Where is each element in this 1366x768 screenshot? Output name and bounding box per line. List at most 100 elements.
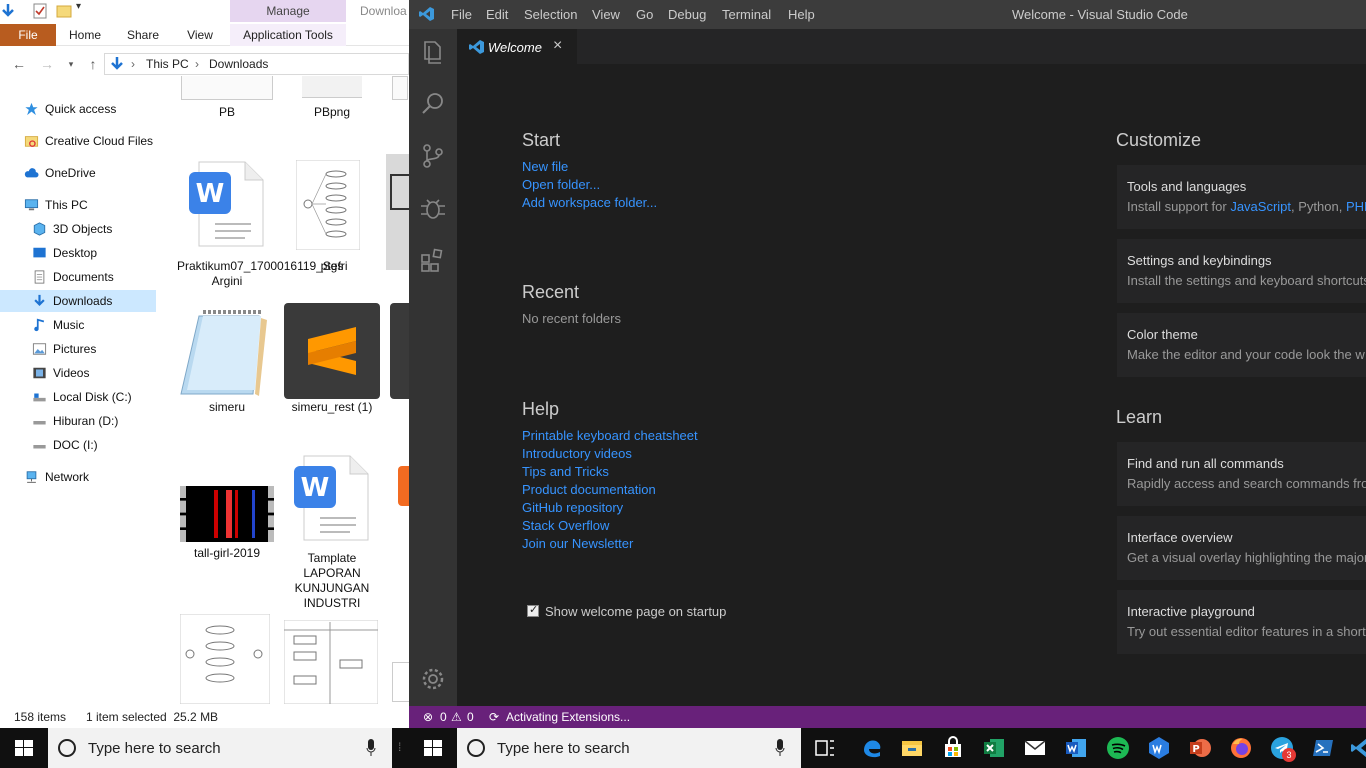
nav-item-3d-objects[interactable]: 3D Objects [0,218,156,240]
file-item[interactable] [390,303,409,399]
nav-item-this-pc[interactable]: This PC [0,194,156,216]
tools-and-languages-card[interactable]: Tools and languages Install support for … [1117,165,1366,229]
tab-home[interactable]: Home [62,24,108,46]
edge-icon[interactable] [860,736,884,760]
newsletter-link[interactable]: Join our Newsletter [522,536,633,551]
tab-share[interactable]: Share [120,24,166,46]
show-welcome-checkbox[interactable] [527,603,539,617]
windows-start-icon[interactable] [409,728,457,768]
taskbar-search-box[interactable]: Type here to search [457,728,801,768]
add-workspace-folder-link[interactable]: Add workspace folder... [522,195,657,210]
task-view-icon[interactable] [813,736,837,760]
microphone-icon[interactable] [366,739,376,757]
nav-item-documents[interactable]: Documents [0,266,156,288]
download-icon[interactable] [0,3,16,19]
manage-contextual-tab[interactable]: Manage [230,0,346,22]
tab-file[interactable]: File [0,24,56,46]
nav-item-creative-cloud[interactable]: Creative Cloud Files [0,130,156,152]
firefox-icon[interactable] [1229,736,1253,760]
activating-extensions-status[interactable]: Activating Extensions... [506,710,630,724]
tab-view[interactable]: View [178,24,222,46]
file-explorer-icon[interactable] [900,736,924,760]
settings-gear-icon[interactable] [419,665,447,693]
source-control-icon[interactable] [419,142,447,170]
file-item[interactable]: PBpng [282,76,382,122]
nav-item-downloads[interactable]: Downloads [0,290,156,312]
file-item-selected[interactable] [386,154,409,270]
interactive-playground-card[interactable]: Interactive playground Try out essential… [1117,590,1366,654]
interface-overview-card[interactable]: Interface overview Get a visual overlay … [1117,516,1366,580]
keyboard-cheatsheet-link[interactable]: Printable keyboard cheatsheet [522,428,698,443]
error-icon[interactable]: ⊗ [423,710,433,724]
tab-application-tools[interactable]: Application Tools [230,24,346,46]
taskbar-search-box[interactable]: Type here to search [48,728,392,768]
nav-item-desktop[interactable]: Desktop [0,242,156,264]
powerpoint-icon[interactable]: P [1188,736,1212,760]
up-arrow-icon[interactable]: ↑ [84,55,102,73]
javascript-link[interactable]: JavaScript [1230,199,1291,214]
breadcrumb-downloads[interactable]: Downloads [209,57,268,71]
word-icon[interactable] [1064,736,1088,760]
telegram-icon[interactable]: 3 [1270,736,1296,762]
debug-icon[interactable] [419,194,447,222]
spotify-icon[interactable] [1106,736,1130,760]
vscode-taskbar-icon[interactable] [1350,736,1366,760]
file-item[interactable]: W Tamplate LAPORAN KUNJUNGAN INDUSTRI [282,454,382,610]
tab-welcome[interactable]: Welcome × [457,29,577,64]
menu-go[interactable]: Go [636,7,653,22]
file-item[interactable] [398,466,409,506]
file-item[interactable]: ptgs [282,160,382,273]
warning-count[interactable]: 0 [467,710,474,724]
nav-item-music[interactable]: Music [0,314,156,336]
new-file-link[interactable]: New file [522,159,568,174]
nav-item-onedrive[interactable]: OneDrive [0,162,156,184]
file-item[interactable]: PB [177,76,277,122]
file-item[interactable]: simeru_rest (1) [282,302,382,418]
file-item[interactable]: W Praktikum07_1700016119_Sefri Argini [177,160,348,300]
excel-icon[interactable] [982,736,1006,760]
nav-item-network[interactable]: Network [0,466,156,488]
wps-icon[interactable] [1147,736,1171,760]
menu-edit[interactable]: Edit [486,7,508,22]
properties-icon[interactable] [32,3,48,19]
stack-overflow-link[interactable]: Stack Overflow [522,518,609,533]
address-bar[interactable]: › This PC › Downloads [104,53,409,75]
error-count[interactable]: 0 [440,710,447,724]
product-documentation-link[interactable]: Product documentation [522,482,656,497]
forward-arrow-icon[interactable]: → [38,55,56,73]
microphone-icon[interactable] [775,739,785,757]
tips-and-tricks-link[interactable]: Tips and Tricks [522,464,609,479]
menu-debug[interactable]: Debug [668,7,706,22]
back-arrow-icon[interactable]: ← [10,55,28,73]
extensions-icon[interactable] [419,246,447,274]
nav-item-doc-i[interactable]: DOC (I:) [0,434,156,456]
file-item[interactable] [180,614,280,704]
settings-and-keybindings-card[interactable]: Settings and keybindings Install the set… [1117,239,1366,303]
php-link[interactable]: PHP [1346,199,1366,214]
file-item[interactable] [390,76,409,116]
nav-item-pictures[interactable]: Pictures [0,338,156,360]
menu-selection[interactable]: Selection [524,7,577,22]
find-and-run-commands-card[interactable]: Find and run all commands Rapidly access… [1117,442,1366,506]
file-item[interactable] [284,620,384,704]
explorer-files-icon[interactable] [419,38,447,66]
new-folder-icon[interactable] [56,3,72,19]
mail-icon[interactable] [1023,736,1047,760]
file-item[interactable]: simeru [177,308,277,418]
customize-quick-access-icon[interactable]: ▾ [76,1,92,17]
menu-view[interactable]: View [592,7,620,22]
store-icon[interactable] [941,736,965,760]
color-theme-card[interactable]: Color theme Make the editor and your cod… [1117,313,1366,377]
menu-file[interactable]: File [451,7,472,22]
powershell-icon[interactable] [1311,736,1335,760]
close-icon[interactable]: × [553,37,562,55]
introductory-videos-link[interactable]: Introductory videos [522,446,632,461]
recent-locations-icon[interactable]: ▾ [62,55,80,73]
nav-item-videos[interactable]: Videos [0,362,156,384]
search-icon[interactable] [419,90,447,118]
breadcrumb-this-pc[interactable]: This PC [146,57,189,71]
menu-terminal[interactable]: Terminal [722,7,771,22]
menu-help[interactable]: Help [788,7,815,22]
task-view-icon[interactable]: ⁞ [398,740,401,754]
nav-item-hiburan-d[interactable]: Hiburan (D:) [0,410,156,432]
